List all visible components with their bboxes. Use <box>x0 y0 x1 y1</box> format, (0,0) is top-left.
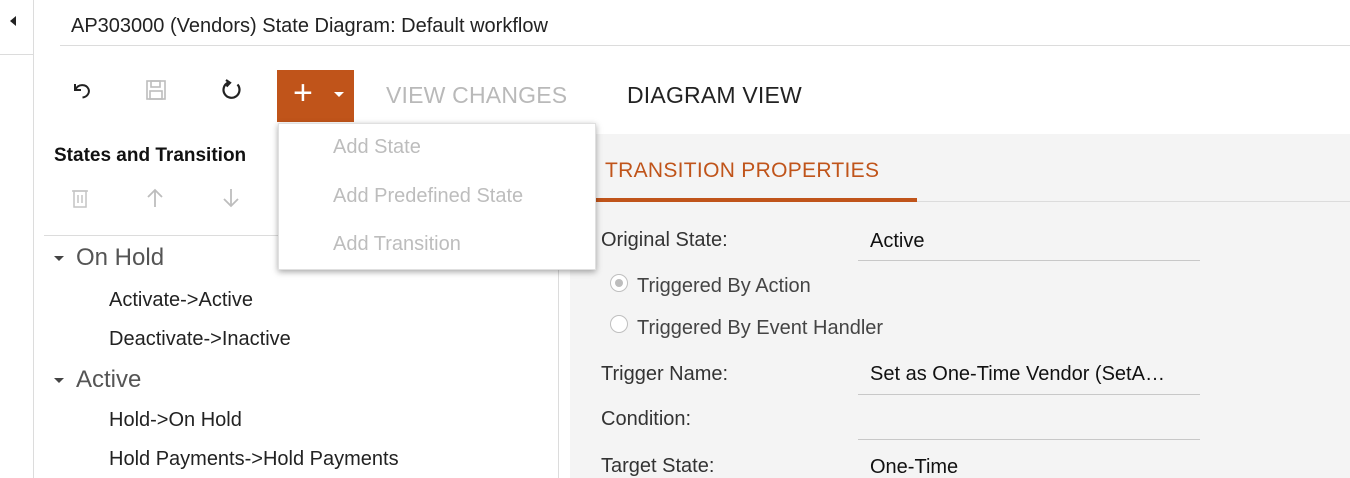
nav-strip-divider <box>0 54 34 55</box>
menu-item-add-state[interactable]: Add State <box>333 136 421 159</box>
view-changes-button[interactable]: VIEW CHANGES <box>386 82 567 109</box>
arrow-up-icon[interactable] <box>143 186 167 210</box>
undo-icon[interactable] <box>69 78 93 102</box>
trash-icon[interactable] <box>68 186 92 210</box>
target-state-label: Target State: <box>601 455 715 477</box>
trigger-name-underline <box>858 394 1200 395</box>
tree-state-active[interactable]: Active <box>54 366 141 394</box>
triggered-by-action-label: Triggered By Action <box>637 275 811 297</box>
tree-state-label: Active <box>76 366 142 393</box>
triggered-by-event-label: Triggered By Event Handler <box>637 317 884 339</box>
panel-title: States and Transition <box>54 145 247 166</box>
arrow-down-icon[interactable] <box>219 186 243 210</box>
original-state-underline <box>858 260 1200 261</box>
title-divider <box>60 45 1350 46</box>
tab-divider <box>917 201 1350 202</box>
expand-caret-icon[interactable] <box>54 256 64 262</box>
transition-properties-panel: TRANSITION PROPERTIES Original State: Ac… <box>570 134 1350 478</box>
triggered-by-event-radio[interactable] <box>610 315 628 333</box>
diagram-view-button[interactable]: DIAGRAM VIEW <box>627 82 802 109</box>
trigger-name-field[interactable]: Set as One-Time Vendor (SetA… <box>870 363 1165 386</box>
condition-underline <box>858 439 1200 440</box>
add-dropdown-menu: Add State Add Predefined State Add Trans… <box>278 123 596 270</box>
app-window: AP303000 (Vendors) State Diagram: Defaul… <box>0 0 1350 478</box>
menu-item-add-transition[interactable]: Add Transition <box>333 233 461 256</box>
original-state-label: Original State: <box>601 229 728 251</box>
caret-down-icon <box>334 92 344 97</box>
original-state-field[interactable]: Active <box>870 230 924 253</box>
active-tab-indicator <box>596 198 917 202</box>
tree-transition-item[interactable]: Activate->Active <box>109 289 253 312</box>
tree-transition-item[interactable]: Hold->On Hold <box>109 409 242 432</box>
menu-item-add-predefined-state[interactable]: Add Predefined State <box>333 185 523 208</box>
tree-state-on-hold[interactable]: On Hold <box>54 244 164 272</box>
refresh-icon[interactable] <box>220 78 244 102</box>
save-icon[interactable] <box>144 78 168 102</box>
trigger-name-label: Trigger Name: <box>601 363 729 385</box>
page-title: AP303000 (Vendors) State Diagram: Defaul… <box>71 15 548 37</box>
target-state-field[interactable]: One-Time <box>870 456 958 478</box>
expand-caret-icon[interactable] <box>54 378 64 384</box>
nav-strip <box>0 0 34 478</box>
add-dropdown-button[interactable]: + <box>277 70 354 122</box>
condition-label: Condition: <box>601 408 692 430</box>
tree-transition-item[interactable]: Deactivate->Inactive <box>109 328 291 351</box>
triggered-by-action-radio[interactable] <box>610 274 628 292</box>
tree-transition-item[interactable]: Hold Payments->Hold Payments <box>109 448 399 471</box>
collapse-arrow-icon[interactable] <box>10 16 16 26</box>
plus-icon: + <box>293 74 313 112</box>
tree-state-label: On Hold <box>76 244 165 271</box>
tab-transition-properties[interactable]: TRANSITION PROPERTIES <box>605 159 879 183</box>
